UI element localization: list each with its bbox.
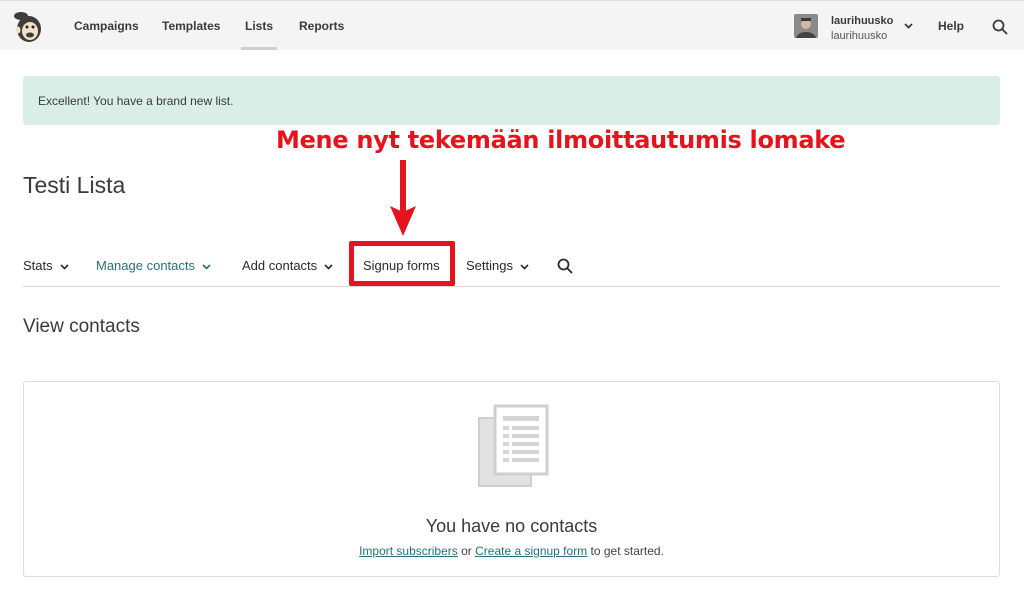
user-account[interactable]: laurihuusko <box>831 30 887 42</box>
connector-text: or <box>457 544 476 558</box>
nav-templates[interactable]: Templates <box>162 1 220 50</box>
user-photo-icon <box>794 14 818 38</box>
page-title: Testi Lista <box>23 172 126 198</box>
subnav-divider <box>23 286 1000 287</box>
tab-label: Add contacts <box>242 258 318 273</box>
import-subscribers-link[interactable]: Import subscribers <box>359 544 458 558</box>
tab-label: Manage contacts <box>96 258 196 273</box>
section-title: View contacts <box>23 316 140 337</box>
nav-campaigns[interactable]: Campaigns <box>74 1 139 50</box>
annotation-text: Mene nyt tekemään ilmoittautumis lomake <box>276 126 846 154</box>
tab-stats[interactable]: Stats <box>23 258 69 273</box>
chevron-down-icon <box>60 263 69 270</box>
tab-add-contacts[interactable]: Add contacts <box>242 258 333 273</box>
contacts-panel: You have no contacts Import subscribers … <box>23 381 1000 577</box>
chevron-down-icon <box>324 263 333 270</box>
tab-label: Stats <box>23 258 53 273</box>
nav-lists[interactable]: Lists <box>240 1 278 50</box>
mailchimp-logo-icon[interactable] <box>12 10 46 44</box>
arrow-down-icon <box>390 160 416 236</box>
chevron-down-icon <box>202 263 211 270</box>
user-name[interactable]: laurihuusko <box>831 15 893 27</box>
empty-state-title: You have no contacts <box>425 516 598 536</box>
chevron-down-icon <box>520 263 529 270</box>
tab-manage-contacts[interactable]: Manage contacts <box>96 258 211 273</box>
tab-label: Settings <box>466 258 513 273</box>
search-icon[interactable] <box>557 258 573 274</box>
create-signup-form-link[interactable]: Create a signup form <box>475 544 587 558</box>
nav-reports[interactable]: Reports <box>299 1 344 50</box>
top-navigation-bar: Campaigns Templates Lists Reports laurih… <box>0 0 1024 50</box>
search-icon[interactable] <box>992 19 1008 35</box>
empty-state-text: Import subscribers or Create a signup fo… <box>24 544 999 558</box>
document-stack-icon <box>478 404 549 487</box>
avatar[interactable] <box>794 14 818 38</box>
help-link[interactable]: Help <box>938 1 964 52</box>
suffix-text: to get started. <box>587 544 664 558</box>
annotation-highlight-box <box>349 241 455 286</box>
chevron-down-icon[interactable] <box>904 23 913 29</box>
success-alert: Excellent! You have a brand new list. <box>23 76 1000 125</box>
tab-settings[interactable]: Settings <box>466 258 529 273</box>
